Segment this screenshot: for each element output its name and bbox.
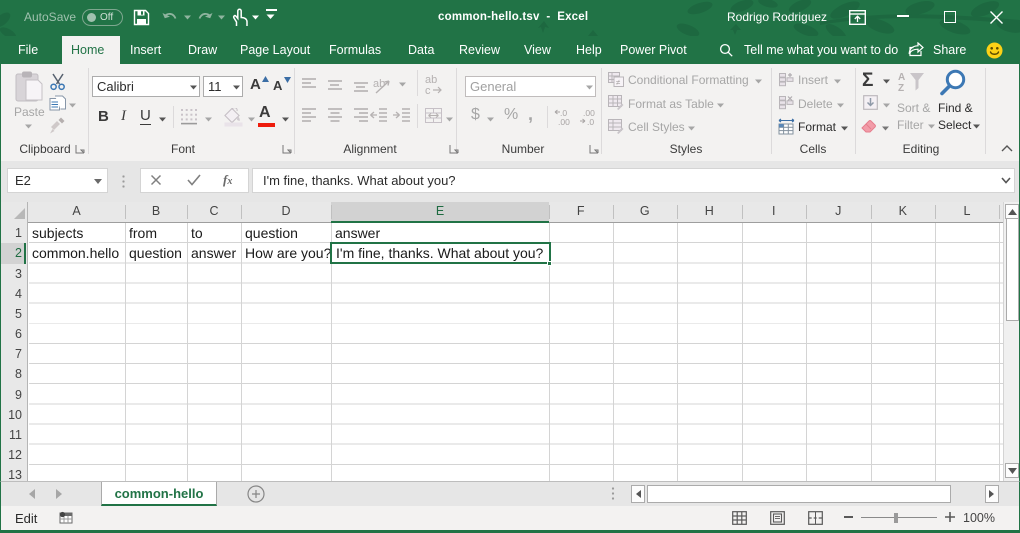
- svg-text:≠: ≠: [616, 78, 621, 87]
- svg-text:A: A: [898, 72, 905, 83]
- svg-text:ab: ab: [373, 78, 385, 90]
- svg-text:Z: Z: [898, 83, 904, 94]
- svg-text:.0: .0: [587, 117, 594, 126]
- svg-text:.00: .00: [558, 117, 570, 126]
- svg-text:c: c: [425, 85, 431, 96]
